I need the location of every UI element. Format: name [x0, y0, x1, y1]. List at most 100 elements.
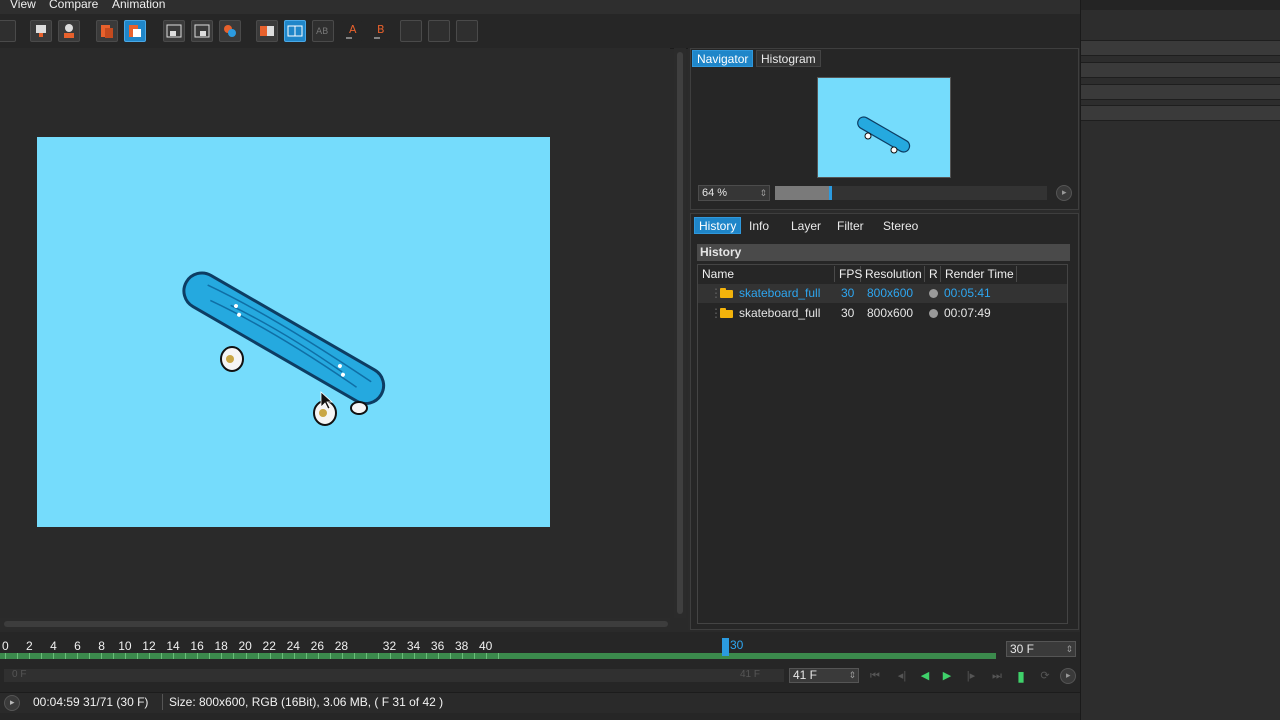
history-name: skateboard_full: [739, 306, 821, 320]
timeline-frame-tick: [53, 653, 55, 659]
timeline-frame-tick: [125, 653, 127, 659]
loop-icon[interactable]: ▮: [1012, 668, 1030, 684]
column-header-fps[interactable]: FPS: [835, 266, 862, 282]
skateboard-image: [182, 271, 386, 426]
stepper-icon: ⇕: [1065, 644, 1073, 654]
ab-overlay-dim-icon[interactable]: AB: [312, 20, 334, 42]
split-icon[interactable]: [284, 20, 306, 42]
timeline-frame-tick: [486, 653, 487, 659]
folder-icon: [720, 288, 733, 298]
timeline-frame-tick: [377, 653, 379, 659]
timeline-playhead[interactable]: [722, 638, 729, 656]
column-header-render-time[interactable]: Render Time: [941, 266, 1017, 282]
play-forward-icon[interactable]: ▶: [938, 668, 956, 684]
scrollbar-thumb[interactable]: [677, 52, 683, 614]
play-right-icon: ▸: [1066, 670, 1071, 680]
current-frame-label: 30: [730, 638, 744, 652]
stepper-icon: ⇕: [848, 670, 856, 680]
timeline-ruler[interactable]: [0, 653, 996, 659]
timeline-tick-label: 0: [2, 639, 9, 653]
column-header-resolution[interactable]: Resolution: [861, 266, 925, 282]
tab-info[interactable]: Info: [744, 217, 775, 234]
timeline-frame-tick: [449, 653, 451, 659]
region-render-icon[interactable]: [191, 20, 213, 42]
column-header-r[interactable]: R: [925, 266, 941, 282]
viewer-vertical-scrollbar[interactable]: [674, 48, 686, 618]
history-name: skateboard_full: [739, 286, 821, 300]
tab-history[interactable]: History: [694, 217, 742, 234]
stereo-icon[interactable]: [400, 20, 422, 42]
zoom-field[interactable]: 64 % ⇕: [698, 185, 770, 201]
timeline-frame-tick: [413, 653, 415, 659]
viewer-horizontal-scrollbar[interactable]: [0, 618, 670, 630]
timeline-frame-tick: [389, 653, 391, 659]
zoom-slider-handle[interactable]: [829, 186, 832, 200]
tab-histogram[interactable]: Histogram: [756, 50, 821, 67]
status-play-button[interactable]: ▸: [4, 695, 20, 711]
ab-overlay-icon[interactable]: [219, 20, 241, 42]
timeline-menu-button[interactable]: ▸: [1060, 668, 1076, 684]
window-strip: [1081, 62, 1280, 78]
first-frame-icon[interactable]: ⏮: [866, 668, 884, 684]
timeline-frame-tick: [137, 653, 139, 659]
last-frame-icon[interactable]: ⏭: [988, 668, 1006, 684]
timeline-frame-tick: [197, 653, 199, 659]
stereo-icon[interactable]: [428, 20, 450, 42]
timeline-tick-label: 16: [190, 639, 204, 653]
history-section-header: History: [697, 244, 1070, 261]
stereo-icon[interactable]: [456, 20, 478, 42]
pingpong-icon[interactable]: ⟳: [1036, 668, 1054, 684]
grid-icon[interactable]: [0, 20, 16, 42]
folder-icon: [720, 308, 733, 318]
timeline-frame-tick: [365, 653, 367, 659]
timeline-tick-label: 38: [454, 639, 469, 653]
menu-view[interactable]: View: [10, 0, 36, 11]
tab-stereo[interactable]: Stereo: [878, 217, 924, 234]
history-row[interactable]: ⋮ skateboard_full 30 800x600 00:05:41: [698, 284, 1067, 303]
svg-text:AB: AB: [316, 27, 328, 37]
end-frame-value: 41 F: [793, 668, 818, 682]
clone-icon[interactable]: [30, 20, 52, 42]
fps-value: 30 F: [1010, 642, 1035, 656]
timeline-frame-tick: [281, 653, 283, 659]
tab-navigator[interactable]: Navigator: [692, 50, 754, 67]
svg-text:B: B: [377, 23, 385, 36]
play-reverse-icon[interactable]: ◀: [916, 668, 934, 684]
history-icon[interactable]: [58, 20, 80, 42]
b-icon[interactable]: B: [369, 20, 391, 42]
zoom-slider[interactable]: [775, 186, 1047, 200]
scrollbar-thumb[interactable]: [4, 621, 668, 627]
timeline-frame-tick: [498, 653, 500, 659]
timeline-frame-tick: [425, 653, 427, 659]
timeline-tick-label: 14: [166, 639, 180, 653]
tab-layer[interactable]: Layer: [786, 217, 827, 234]
timeline-tick-label: 34: [406, 639, 421, 653]
timeline-tick-label: 22: [262, 639, 276, 653]
a-icon[interactable]: A: [341, 20, 363, 42]
column-header-name[interactable]: Name: [698, 266, 835, 282]
region-icon[interactable]: [163, 20, 185, 42]
history-row[interactable]: ⋮ skateboard_full 30 800x600 00:07:49: [698, 304, 1067, 323]
copy-icon[interactable]: [96, 20, 118, 42]
play-right-icon: ▸: [10, 697, 15, 707]
navigator-menu-button[interactable]: ▸: [1056, 185, 1072, 201]
menu-compare[interactable]: Compare: [49, 0, 98, 11]
prev-frame-icon[interactable]: ◂|: [893, 668, 911, 684]
background-window: [1080, 0, 1280, 720]
range-start: 0 F: [12, 669, 27, 680]
ab-icon[interactable]: [256, 20, 278, 42]
timeline-frame-tick: [41, 653, 43, 659]
channel-icon[interactable]: [124, 20, 146, 42]
next-frame-icon[interactable]: |▸: [962, 668, 980, 684]
timeline-frame-tick: [437, 653, 439, 659]
timeline-frame-tick: [77, 653, 79, 659]
tab-filter[interactable]: Filter: [832, 217, 869, 234]
timeline-frame-tick: [245, 653, 247, 659]
status-divider: [162, 694, 163, 710]
fps-field[interactable]: 30 F ⇕: [1006, 641, 1076, 657]
end-frame-field[interactable]: 41 F ⇕: [789, 668, 859, 683]
menu-animation[interactable]: Animation: [112, 0, 165, 11]
frame-range-bar[interactable]: 0 F 41 F: [4, 669, 784, 682]
render-canvas[interactable]: [37, 137, 550, 527]
navigator-thumbnail[interactable]: [817, 77, 951, 178]
